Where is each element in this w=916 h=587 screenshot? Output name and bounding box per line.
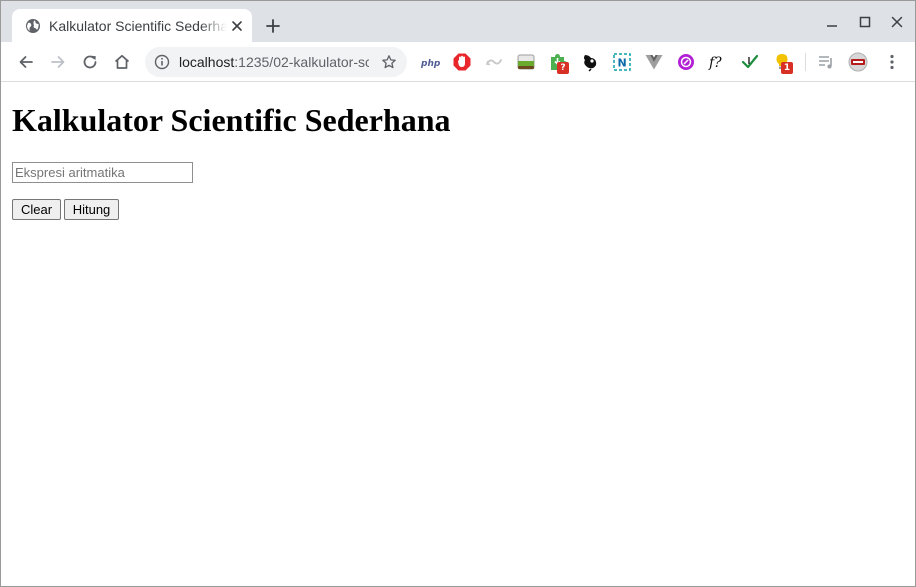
menu-dots-icon[interactable] [883,53,901,71]
tab-close-icon[interactable] [230,19,244,33]
stop-sign-icon[interactable] [452,52,472,72]
home-icon[interactable] [113,53,131,71]
green-check-icon[interactable] [740,52,760,72]
lightbulb-badge: 1 [781,62,793,74]
n-label: N [618,57,627,70]
page-title: Kalkulator Scientific Sederhana [12,102,451,138]
puzzle-badge: ? [557,62,569,74]
toolbar-separator [805,53,806,71]
expression-input[interactable] [12,162,193,183]
minimize-icon[interactable] [825,15,839,29]
font-finder-icon[interactable]: f? [708,52,728,72]
page-content: Kalkulator Scientific Sederhana Clear Hi… [1,82,915,586]
new-tab-icon[interactable] [265,18,281,34]
address-bar[interactable]: localhost:1235/02-kalkulator-scientific [145,47,407,77]
maximize-icon[interactable] [858,15,872,29]
php-label: php [420,59,440,69]
url-host: localhost [179,54,235,70]
faded-link-icon[interactable] [484,52,504,72]
gimp-icon[interactable] [580,52,600,72]
browser-tab[interactable]: Kalkulator Scientific Sederhana [12,9,252,42]
browser-toolbar: localhost:1235/02-kalkulator-scientific … [1,42,915,82]
lightbulb-icon[interactable]: 1 [772,52,793,74]
hitung-button[interactable]: Hitung [64,199,119,220]
bookmark-star-icon[interactable] [381,54,397,70]
window-grass-icon[interactable] [516,52,536,72]
font-finder-label: f? [708,55,722,71]
php-icon[interactable]: php [420,52,440,72]
playlist-icon[interactable] [816,52,836,72]
info-icon[interactable] [154,54,170,70]
puzzle-download-icon[interactable]: ? [548,52,569,74]
purple-circle-icon[interactable] [676,52,696,72]
tab-strip: Kalkulator Scientific Sederhana [1,1,915,42]
clear-button[interactable]: Clear [12,199,61,220]
reload-icon[interactable] [81,53,99,71]
tab-title: Kalkulator Scientific Sederhana [49,18,227,34]
vue-devtools-icon[interactable] [644,52,664,72]
url-path: :1235/02-kalkulator-scientific [234,54,369,70]
profile-avatar-icon[interactable] [848,52,868,72]
globe-icon [26,19,40,33]
n-square-icon[interactable]: N [612,52,632,72]
forward-arrow-icon[interactable] [49,53,67,71]
url-text[interactable]: localhost:1235/02-kalkulator-scientific [179,54,369,70]
back-arrow-icon[interactable] [17,53,35,71]
window-close-icon[interactable] [890,15,904,29]
browser-window: Kalkulator Scientific Sederhana localhos… [0,0,916,587]
